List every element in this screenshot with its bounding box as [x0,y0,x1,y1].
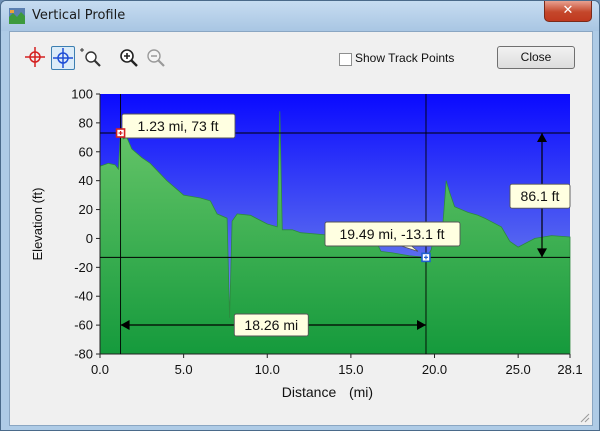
y-tick-label: -60 [74,318,93,333]
zoom-in-button[interactable] [117,46,141,70]
zoom-extent-button[interactable] [79,46,103,70]
y-tick-label: -40 [74,289,93,304]
marker2-callout-text: 19.49 mi, -13.1 ft [339,226,444,242]
x-axis-title: Distance [282,384,337,400]
resize-grip-icon[interactable] [578,411,590,423]
marker1-callout-text: 1.23 mi, 73 ft [138,118,219,134]
zoom-extent-icon [80,48,101,67]
zoom-in-icon [120,49,138,67]
y-tick-label: 20 [79,202,93,217]
close-button[interactable]: Close [497,46,575,69]
app-profile-icon [9,8,25,24]
red-crosshair-button[interactable] [24,46,48,70]
show-track-points-label[interactable]: Show Track Points [355,51,454,65]
blue-crosshair-button[interactable] [51,46,75,70]
y-tick-label: -80 [74,347,93,362]
window-close-button[interactable]: ✕ [544,1,592,22]
dialog-body: Show Track Points Close 100 80 60 40 20 0 -20 -… [9,31,593,426]
elevation-measure-text: 86.1 ft [521,188,560,204]
title-bar[interactable]: Vertical Profile ✕ [1,1,599,31]
y-tick-label: 80 [79,115,93,130]
zoom-out-button[interactable] [144,46,168,70]
window-title: Vertical Profile [32,8,126,23]
x-tick-label: 28.1 [557,362,582,377]
red-crosshair-icon [25,47,45,67]
show-track-points-checkbox[interactable] [339,53,352,66]
y-tick-label: 0 [86,231,93,246]
x-axis-unit: (mi) [349,384,373,400]
blue-crosshair-icon [53,48,73,68]
x-tick-label: 10.0 [255,362,280,377]
y-tick-label: 40 [79,173,93,188]
x-tick-label: 15.0 [338,362,363,377]
y-tick-label: -20 [74,260,93,275]
zoom-out-icon [147,49,165,67]
x-tick-label: 5.0 [175,362,193,377]
y-axis-title: Elevation (ft) [30,188,45,261]
y-tick-label: 60 [79,144,93,159]
vertical-profile-window: Vertical Profile ✕ Show Track Points Clo… [0,0,600,431]
x-tick-label: 25.0 [505,362,530,377]
x-tick-label: 20.0 [422,362,447,377]
x-tick-label: 0.0 [91,362,109,377]
elevation-profile-chart[interactable]: 100 80 60 40 20 0 -20 -40 -60 -800.0 5.0 10.0 15.0 20… [10,82,592,422]
y-tick-label: 100 [71,87,93,102]
distance-measure-text: 18.26 mi [244,317,298,333]
